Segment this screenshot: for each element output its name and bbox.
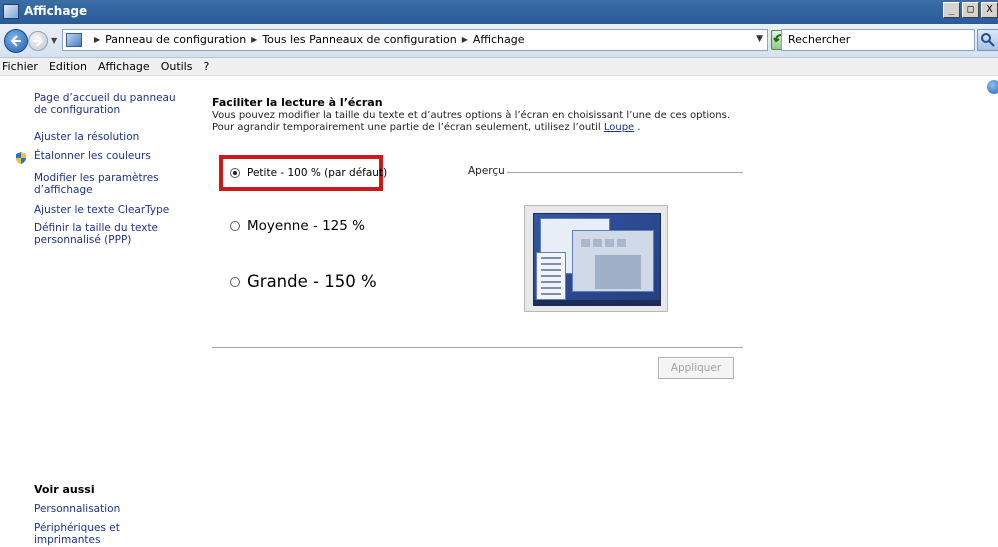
option-small[interactable]: Petite - 100 % (par défaut)	[230, 167, 387, 179]
option-large-label: Grande - 150 %	[247, 272, 377, 291]
magnifier-link[interactable]: Loupe	[604, 122, 634, 133]
control-panel-icon	[66, 33, 82, 47]
page-description: Vous pouvez modifier la taille du texte …	[212, 110, 752, 134]
menu-file[interactable]: Fichier	[2, 60, 38, 73]
sidebar	[0, 76, 200, 547]
breadcrumb-display[interactable]: Affichage	[473, 33, 525, 46]
sidebar-link-personalization[interactable]: Personnalisation	[34, 503, 184, 515]
chevron-right-icon[interactable]: ▶	[94, 35, 100, 44]
apply-button[interactable]: Appliquer	[658, 357, 734, 379]
breadcrumb-control-panel[interactable]: Panneau de configuration	[105, 33, 246, 46]
preview-taskbar	[534, 300, 660, 305]
sidebar-link-devices-printers[interactable]: Périphériques et imprimantes	[34, 522, 184, 546]
sidebar-link-display-settings[interactable]: Modifier les paramètres d’affichage	[34, 172, 174, 196]
window-controls: _ □ X	[941, 2, 998, 18]
sidebar-link-cleartype[interactable]: Ajuster le texte ClearType	[34, 204, 184, 216]
radio-medium[interactable]	[230, 221, 240, 231]
breadcrumb: ▶ Panneau de configuration ▶ Tous les Pa…	[89, 33, 525, 46]
breadcrumb-all-control-panels[interactable]: Tous les Panneaux de configuration	[262, 33, 456, 46]
option-medium[interactable]: Moyenne - 125 %	[230, 218, 365, 234]
option-medium-label: Moyenne - 125 %	[247, 218, 365, 234]
option-large[interactable]: Grande - 150 %	[230, 272, 377, 291]
preview-divider	[507, 172, 743, 173]
preview-window-main	[572, 230, 654, 292]
title-bar: Affichage _ □ X	[0, 0, 998, 24]
preview-image	[524, 205, 668, 312]
menu-help[interactable]: ?	[203, 60, 209, 73]
back-arrow-icon	[10, 35, 21, 47]
radio-small[interactable]	[230, 168, 240, 178]
sidebar-link-home[interactable]: Page d’accueil du panneau de configurati…	[34, 92, 184, 116]
radio-large[interactable]	[230, 276, 240, 287]
close-button[interactable]: X	[981, 2, 998, 18]
window-title: Affichage	[24, 4, 88, 18]
recent-pages-dropdown[interactable]: ▼	[51, 36, 57, 45]
search-input[interactable]: Rechercher	[781, 29, 975, 51]
description-text: Vous pouvez modifier la taille du texte …	[212, 110, 731, 133]
sidebar-link-resolution[interactable]: Ajuster la résolution	[34, 131, 184, 143]
content-divider	[212, 347, 743, 348]
shield-icon	[16, 152, 26, 164]
sidebar-link-calibrate[interactable]: Étalonner les couleurs	[34, 150, 184, 162]
menu-bar: Fichier Edition Affichage Outils ?	[0, 58, 998, 76]
navigation-bar: ▼ ▶ Panneau de configuration ▶ Tous les …	[0, 24, 998, 58]
preview-label: Aperçu	[468, 165, 505, 177]
menu-view[interactable]: Affichage	[98, 60, 150, 73]
maximize-button[interactable]: □	[962, 2, 979, 18]
address-dropdown[interactable]: ▼	[756, 34, 763, 44]
address-bar[interactable]: ▶ Panneau de configuration ▶ Tous les Pa…	[62, 29, 768, 51]
sidebar-link-custom-dpi[interactable]: Définir la taille du texte personnalisé …	[34, 222, 164, 246]
help-icon[interactable]	[987, 80, 998, 94]
menu-tools[interactable]: Outils	[161, 60, 193, 73]
display-app-icon	[3, 4, 19, 19]
minimize-button[interactable]: _	[943, 2, 960, 18]
search-button[interactable]	[977, 29, 998, 51]
page-title: Faciliter la lecture à l’écran	[212, 96, 383, 109]
see-also-title: Voir aussi	[34, 483, 95, 496]
search-icon	[981, 33, 995, 47]
preview-desktop	[533, 213, 661, 306]
preview-window-list	[536, 252, 566, 300]
forward-button[interactable]	[28, 31, 48, 51]
chevron-right-icon[interactable]: ▶	[462, 35, 468, 44]
description-end: .	[634, 122, 641, 133]
forward-arrow-icon	[33, 35, 44, 47]
menu-edit[interactable]: Edition	[49, 60, 87, 73]
option-small-label: Petite - 100 % (par défaut)	[247, 167, 388, 179]
chevron-right-icon[interactable]: ▶	[251, 35, 257, 44]
back-button[interactable]	[4, 29, 28, 53]
